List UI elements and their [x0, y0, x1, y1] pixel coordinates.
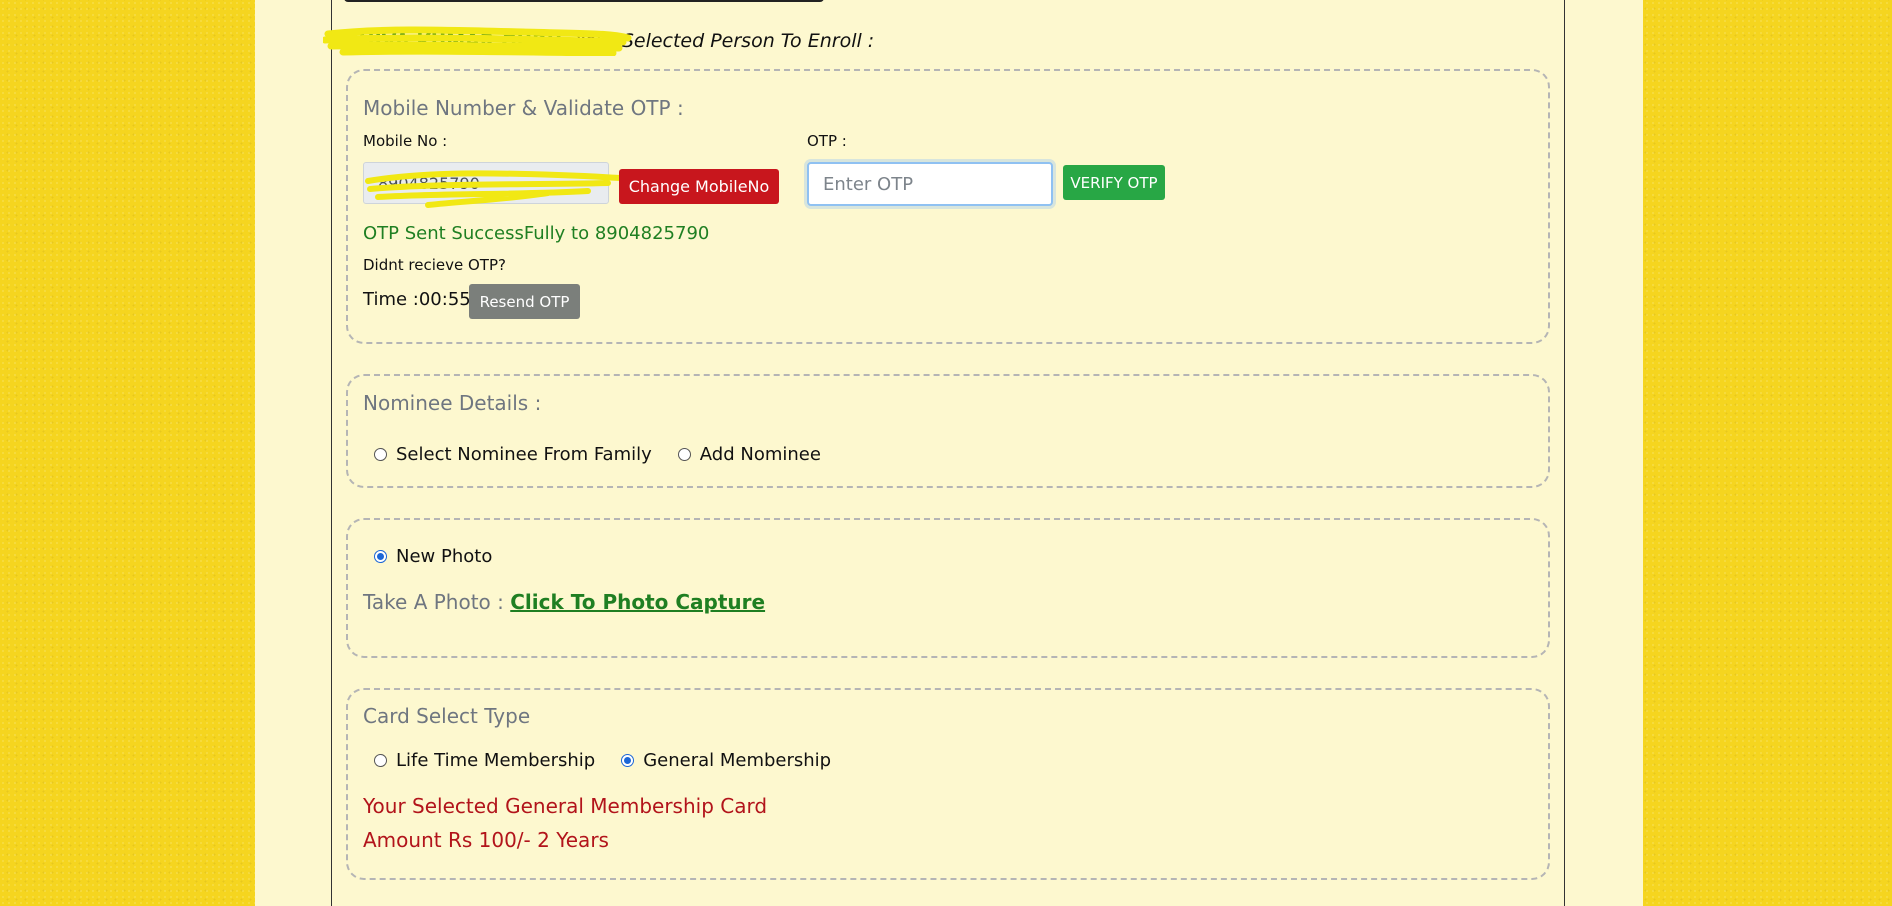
card-amount-message: Amount Rs 100/- 2 Years: [363, 828, 609, 852]
nominee-option-add-label: Add Nominee: [699, 444, 821, 465]
card-option-general-label: General Membership: [643, 750, 832, 771]
otp-status-message: OTP Sent SuccessFully to 8904825790: [363, 223, 710, 244]
selected-person-line: SHIVA KUMAR GURU Your Selected Person To…: [323, 26, 874, 56]
card-section-title: Card Select Type: [363, 704, 531, 728]
redaction-scribble: [323, 26, 632, 56]
nominee-section: Nominee Details : Select Nominee From Fa…: [346, 374, 1550, 488]
radio-button[interactable]: [374, 448, 387, 461]
mobile-otp-section: Mobile Number & Validate OTP : Mobile No…: [346, 69, 1550, 344]
didnt-receive-label: Didnt recieve OTP?: [363, 256, 506, 274]
otp-timer: Time :00:55: [363, 289, 471, 310]
selected-card-message: Your Selected General Membership Card: [363, 794, 768, 818]
card-option-general[interactable]: General Membership: [621, 750, 831, 771]
selected-person-name: SHIVA KUMAR GURU: [323, 26, 632, 56]
card-option-lifetime[interactable]: Life Time Membership: [374, 750, 595, 771]
top-divider-bar: [344, 0, 824, 2]
otp-label: OTP :: [807, 132, 847, 150]
new-photo-option[interactable]: New Photo: [374, 546, 492, 567]
timer-label: Time :: [363, 289, 419, 310]
radio-button-selected[interactable]: [621, 754, 635, 767]
new-photo-label: New Photo: [396, 546, 493, 567]
radio-button[interactable]: [677, 448, 691, 461]
nominee-option-add[interactable]: Add Nominee: [677, 444, 821, 465]
radio-button-selected[interactable]: [374, 550, 387, 563]
card-option-lifetime-label: Life Time Membership: [396, 750, 596, 771]
card-options: Life Time Membership General Membership: [374, 750, 857, 771]
otp-section-title: Mobile Number & Validate OTP :: [363, 96, 684, 120]
otp-input[interactable]: [807, 162, 1053, 206]
resend-otp-button[interactable]: Resend OTP: [469, 284, 580, 319]
mobile-label: Mobile No :: [363, 132, 448, 150]
nominee-option-family[interactable]: Select Nominee From Family: [374, 444, 652, 465]
take-photo-line: Take A Photo : Click To Photo Capture: [363, 590, 765, 614]
timer-value: 00:55: [418, 289, 471, 310]
mobile-redaction-scribble: [365, 170, 628, 208]
photo-capture-link[interactable]: Click To Photo Capture: [510, 590, 765, 614]
nominee-option-family-label: Select Nominee From Family: [396, 444, 652, 465]
photo-options: New Photo: [374, 546, 518, 567]
photo-section: New Photo Take A Photo : Click To Photo …: [346, 518, 1550, 658]
take-photo-label: Take A Photo :: [363, 590, 504, 614]
card-type-section: Card Select Type Life Time Membership Ge…: [346, 688, 1550, 880]
nominee-options: Select Nominee From Family Add Nominee: [374, 444, 847, 465]
change-mobile-button[interactable]: Change MobileNo: [619, 169, 779, 204]
verify-otp-button[interactable]: VERIFY OTP: [1063, 165, 1165, 200]
nominee-section-title: Nominee Details :: [363, 391, 542, 415]
radio-button[interactable]: [374, 754, 387, 767]
